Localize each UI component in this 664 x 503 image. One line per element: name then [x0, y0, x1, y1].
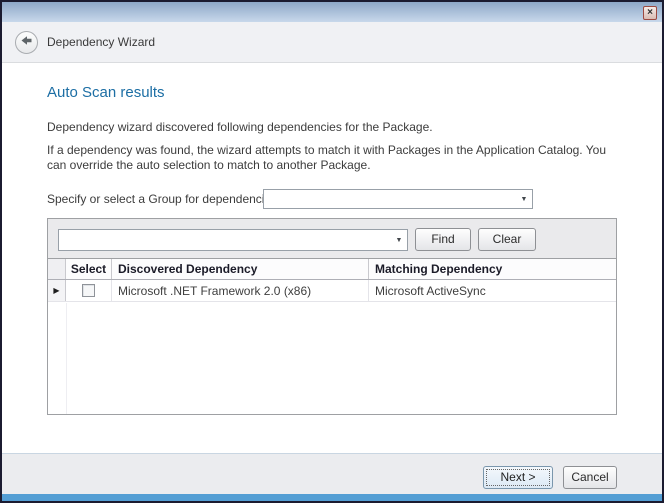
wizard-title: Dependency Wizard [47, 35, 155, 49]
dependencies-table: Select Discovered Dependency Matching De… [48, 258, 616, 414]
next-button[interactable]: Next > [483, 466, 553, 489]
table-empty-area [48, 303, 616, 414]
title-bar: × [2, 2, 662, 22]
bottom-accent-strip [2, 494, 662, 501]
row-selector-column-line [66, 303, 67, 414]
page-title: Auto Scan results [47, 84, 165, 101]
back-arrow-icon [20, 34, 33, 52]
description-line-2: If a dependency was found, the wizard at… [47, 143, 625, 173]
discovered-dependency-cell[interactable]: Microsoft .NET Framework 2.0 (x86) [112, 280, 369, 301]
select-cell [66, 280, 112, 301]
column-header-matching-dependency[interactable]: Matching Dependency [369, 259, 616, 279]
table-header-row: Select Discovered Dependency Matching De… [48, 259, 616, 280]
clear-button[interactable]: Clear [478, 228, 536, 251]
row-selector-header [48, 259, 66, 279]
column-header-discovered-dependency[interactable]: Discovered Dependency [112, 259, 369, 279]
back-button[interactable] [15, 31, 38, 54]
group-combobox[interactable]: ▼ [263, 189, 533, 209]
dependencies-panel: ▼ Find Clear Select Discovered Dependenc… [47, 218, 617, 415]
table-row[interactable]: ▶ Microsoft .NET Framework 2.0 (x86) Mic… [48, 280, 616, 302]
find-button[interactable]: Find [415, 228, 471, 251]
close-icon[interactable]: × [643, 6, 657, 20]
row-checkbox[interactable] [82, 284, 95, 297]
wizard-header: Dependency Wizard [2, 22, 662, 63]
dependency-wizard-window: × Dependency Wizard Auto Scan results De… [0, 0, 664, 503]
matching-dependency-cell[interactable]: Microsoft ActiveSync [369, 280, 616, 301]
chevron-down-icon[interactable]: ▼ [391, 237, 407, 244]
column-header-select[interactable]: Select [66, 259, 112, 279]
chevron-down-icon[interactable]: ▼ [516, 196, 532, 203]
description-line-1: Dependency wizard discovered following d… [47, 120, 627, 134]
cancel-button[interactable]: Cancel [563, 466, 617, 489]
group-combo-label: Specify or select a Group for dependenci… [47, 192, 277, 206]
search-combobox[interactable]: ▼ [58, 229, 408, 251]
row-marker-icon: ▶ [48, 280, 66, 301]
